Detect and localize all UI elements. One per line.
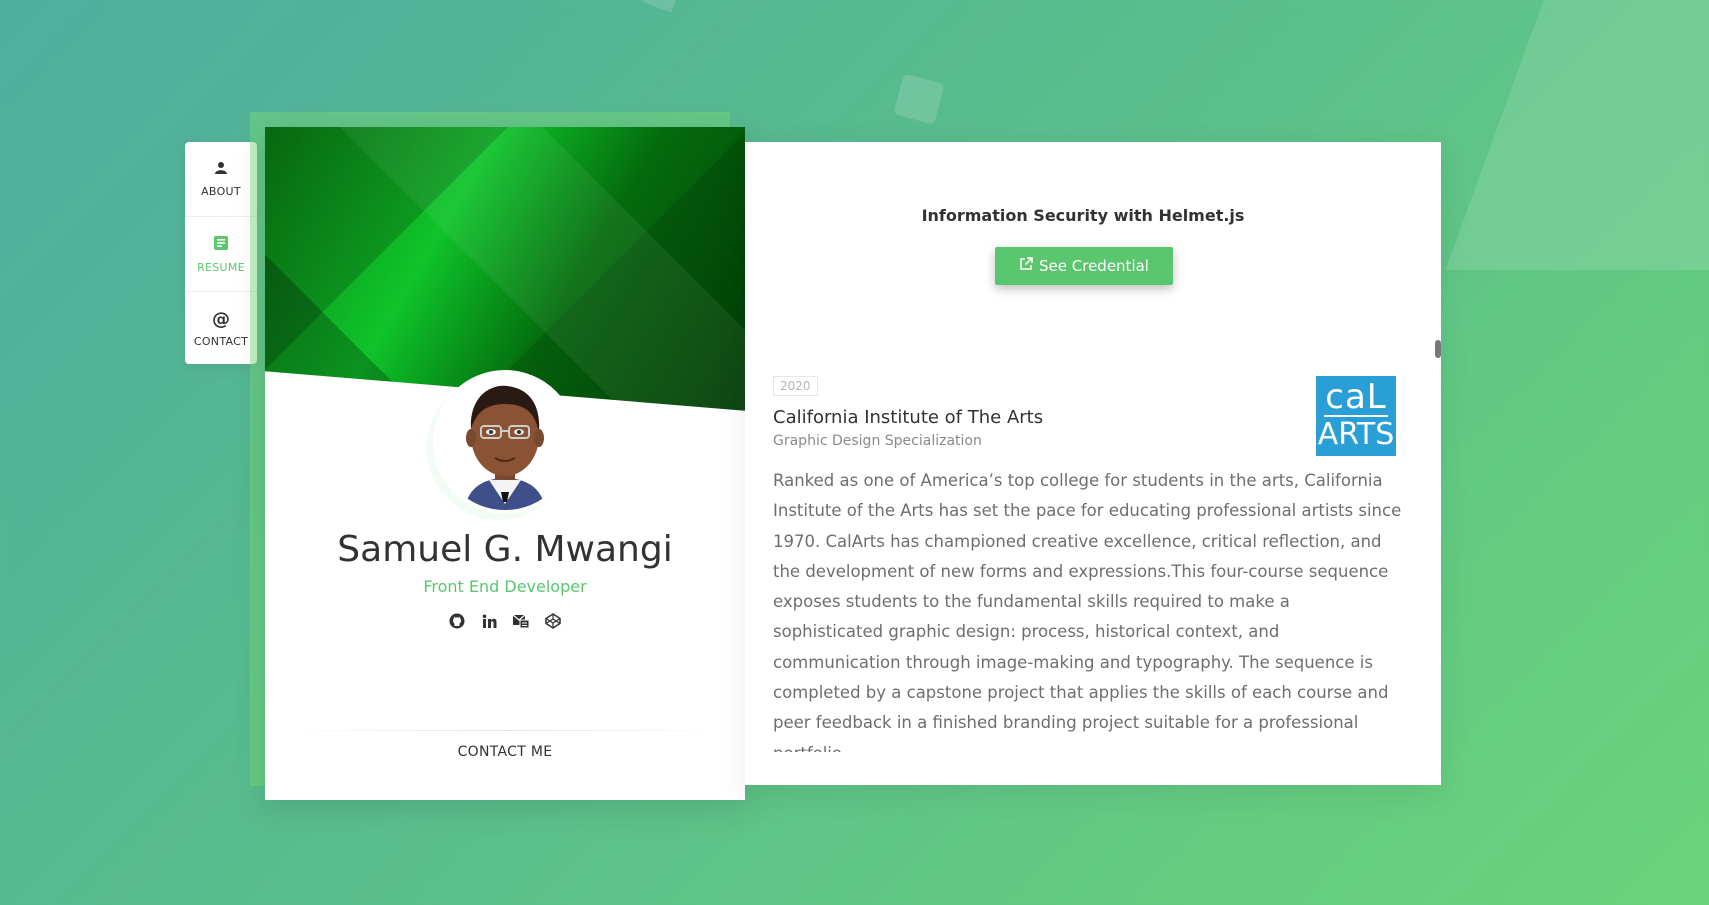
- at-icon: @: [212, 308, 230, 330]
- social-links: [265, 611, 745, 631]
- mail-icon[interactable]: [511, 611, 531, 631]
- background-shape: [893, 73, 945, 125]
- external-link-icon: [1019, 257, 1033, 275]
- education-specialization: Graphic Design Specialization: [773, 433, 982, 449]
- scrollbar-thumb[interactable]: [1435, 340, 1441, 358]
- see-credential-label: See Credential: [1039, 257, 1149, 275]
- side-navigation: ABOUT RESUME @ CONTACT: [185, 142, 257, 364]
- nav-item-resume[interactable]: RESUME: [185, 217, 257, 292]
- user-icon: [214, 161, 228, 179]
- see-credential-button[interactable]: See Credential: [995, 247, 1173, 285]
- avatar-frame: [433, 370, 577, 514]
- nav-item-about[interactable]: ABOUT: [185, 142, 257, 217]
- document-icon: [213, 235, 229, 255]
- education-year-badge: 2020: [773, 376, 818, 396]
- nav-item-contact[interactable]: @ CONTACT: [185, 292, 257, 366]
- background-shape: [643, 0, 679, 13]
- education-school: California Institute of The Arts: [773, 407, 1044, 428]
- linkedin-icon[interactable]: [479, 611, 499, 631]
- github-icon[interactable]: [447, 611, 467, 631]
- education-description: Ranked as one of America’s top college f…: [773, 471, 1402, 752]
- nav-item-label: ABOUT: [201, 184, 241, 198]
- profile-title: Front End Developer: [423, 577, 587, 596]
- divider: [285, 730, 725, 731]
- background-shape: [1445, 0, 1709, 270]
- profile-card: Samuel G. Mwangi Front End Developer CON…: [265, 127, 745, 800]
- resume-panel: Information Security with Helmet.js See …: [745, 142, 1441, 785]
- codepen-icon[interactable]: [543, 611, 563, 631]
- contact-me-button[interactable]: CONTACT ME: [265, 744, 745, 760]
- nav-item-label: CONTACT: [193, 334, 249, 348]
- credential-title: Information Security with Helmet.js: [921, 206, 1245, 225]
- nav-item-label: RESUME: [197, 260, 245, 274]
- profile-name: Samuel G. Mwangi: [337, 529, 673, 570]
- avatar: [437, 374, 573, 510]
- school-logo: caL ARTS: [1316, 376, 1396, 456]
